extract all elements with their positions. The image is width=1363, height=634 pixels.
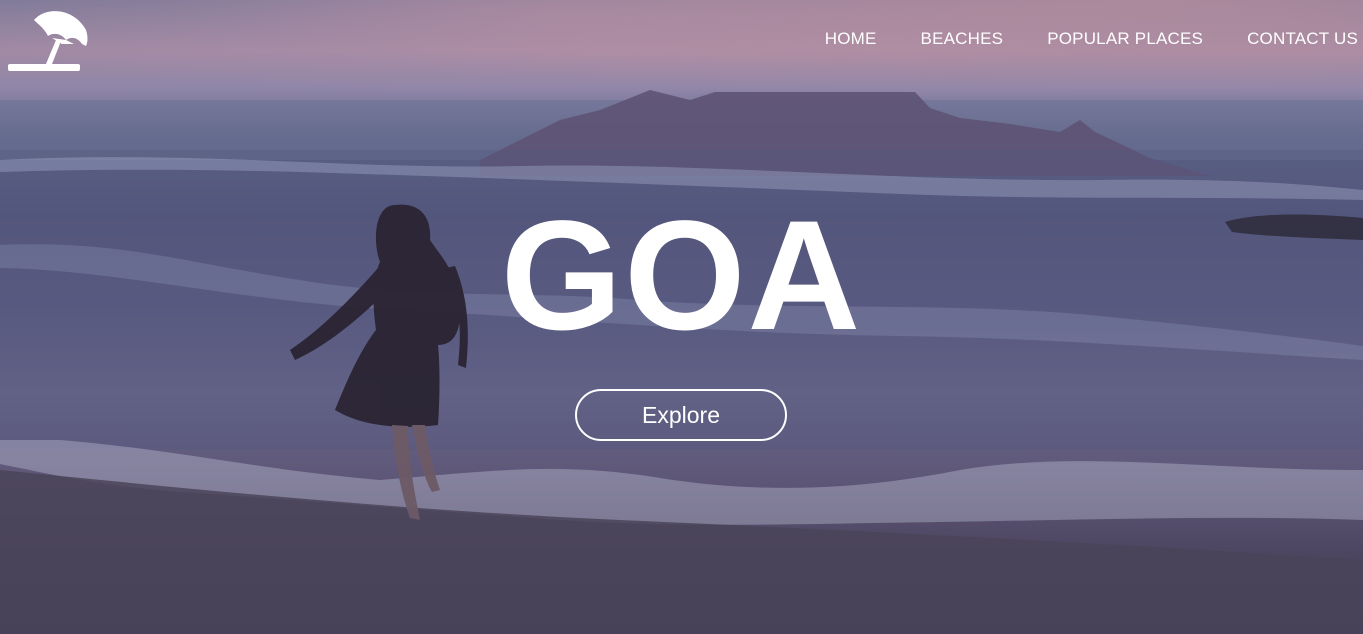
beach-umbrella-icon[interactable] — [8, 8, 88, 74]
hero-section: HOME BEACHES POPULAR PLACES CONTACT US G… — [0, 0, 1363, 634]
main-navigation: HOME BEACHES POPULAR PLACES CONTACT US — [781, 30, 1358, 48]
nav-beaches-link[interactable]: BEACHES — [921, 30, 1004, 48]
hero-title: GOA — [500, 189, 863, 363]
nav-popular-places-link[interactable]: POPULAR PLACES — [1047, 30, 1203, 48]
nav-contact-us-link[interactable]: CONTACT US — [1247, 30, 1358, 48]
nav-home-link[interactable]: HOME — [825, 30, 877, 48]
explore-button[interactable]: Explore — [575, 389, 787, 441]
top-navbar: HOME BEACHES POPULAR PLACES CONTACT US — [0, 0, 1363, 80]
